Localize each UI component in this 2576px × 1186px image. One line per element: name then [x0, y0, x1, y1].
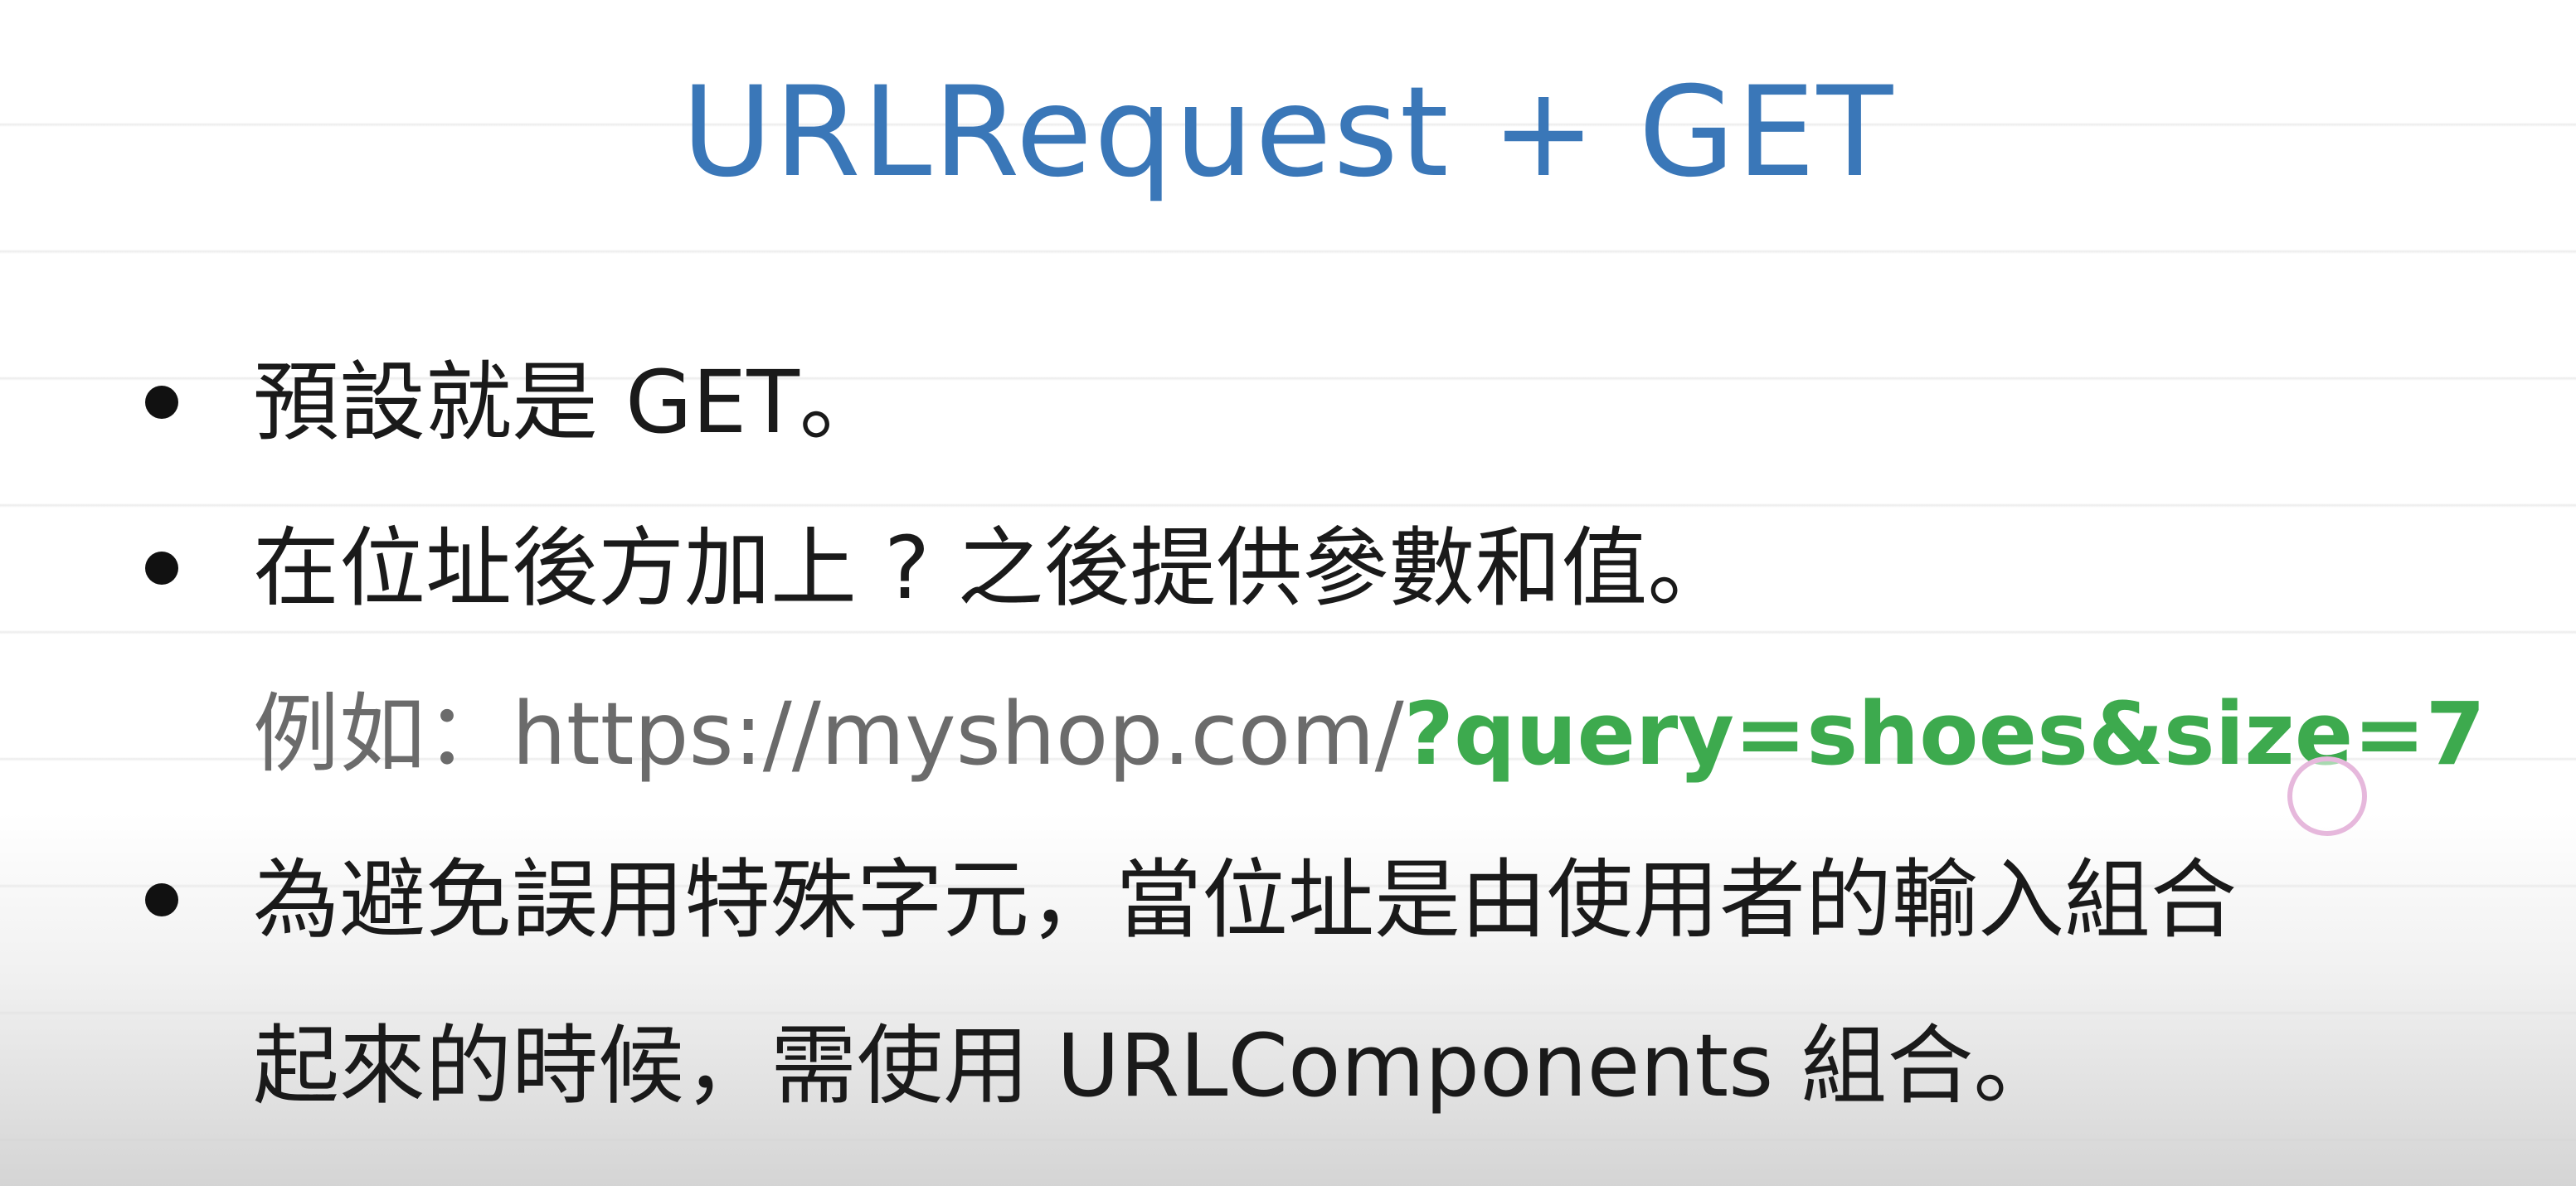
slide: URLRequest + GET 預設就是 GET。 在位址後方加上 ? 之後提… — [0, 0, 2576, 1186]
bullet-dot — [145, 552, 178, 585]
slide-title: URLRequest + GET — [681, 61, 1895, 205]
bullet-item-1: 預設就是 GET。 — [253, 352, 886, 453]
bullet-item-3: 為避免誤用特殊字元，當位址是由使用者的輸入組合 — [253, 849, 2238, 950]
bullet-item-2: 在位址後方加上 ? 之後提供參數和值。 — [253, 518, 1734, 619]
example-url-base: https://myshop.com/ — [512, 683, 1404, 785]
bullet-dot — [145, 883, 178, 916]
bullet-item-3-continuation: 起來的時候，需使用 URLComponents 組合。 — [253, 1015, 2060, 1116]
cursor-highlight-icon — [2287, 756, 2367, 836]
example-prefix: 例如： — [253, 683, 513, 785]
example-line: 例如：https://myshop.com/?query=shoes&size=… — [253, 680, 2486, 788]
bullet-dot — [145, 386, 178, 419]
